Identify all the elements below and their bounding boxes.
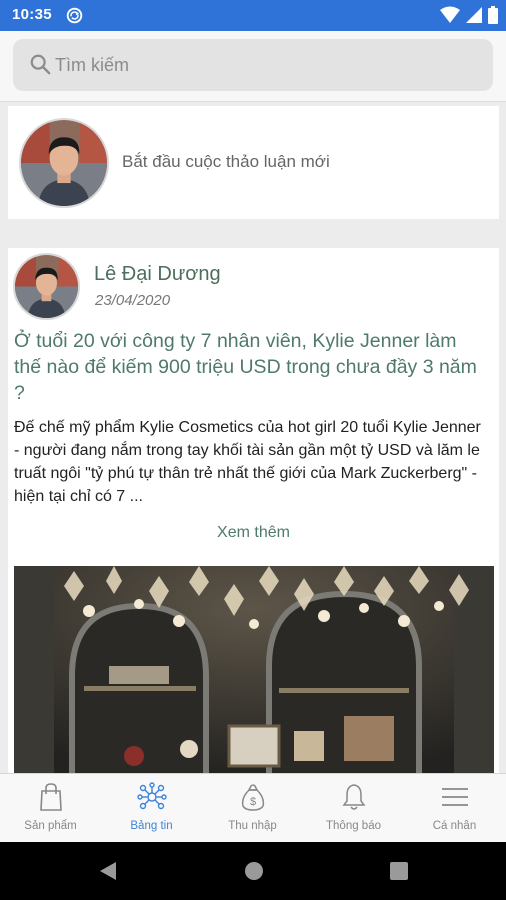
money-bag-icon: $ xyxy=(241,784,265,811)
status-time: 10:35 xyxy=(12,6,52,23)
status-icons xyxy=(440,6,498,24)
nav-label-notifications: Thông báo xyxy=(326,820,381,832)
author-name[interactable]: Lê Đại Dương xyxy=(94,263,221,286)
nav-item-income[interactable]: $ Thu nhập xyxy=(202,774,303,843)
wifi-icon xyxy=(440,6,460,23)
shopping-bag-icon xyxy=(40,783,62,811)
network-icon xyxy=(137,782,167,810)
home-icon[interactable] xyxy=(244,861,264,881)
nav-item-profile[interactable]: Cá nhân xyxy=(404,774,505,843)
avatar[interactable] xyxy=(19,118,109,208)
search-placeholder: Tìm kiếm xyxy=(55,55,129,75)
nav-label-income: Thu nhập xyxy=(228,820,277,832)
post-image[interactable] xyxy=(14,566,494,778)
post-excerpt: Đế chế mỹ phẩm Kylie Cosmetics của hot g… xyxy=(14,419,481,505)
nav-label-products: Sản phẩm xyxy=(24,820,77,832)
status-bar: 10:35 xyxy=(0,0,506,31)
signal-icon xyxy=(466,7,482,23)
nav-item-products[interactable]: Sản phẩm xyxy=(0,774,101,843)
nav-label-profile: Cá nhân xyxy=(432,820,477,832)
search-icon xyxy=(30,54,51,75)
nav-item-newsfeed[interactable]: Bảng tin xyxy=(101,774,202,843)
battery-icon xyxy=(488,6,498,24)
new-discussion-prompt: Bắt đầu cuộc thảo luận mới xyxy=(122,152,330,171)
search-input[interactable]: Tìm kiếm xyxy=(13,39,493,91)
see-more-link[interactable]: Xem thêm xyxy=(8,524,499,542)
sync-icon xyxy=(66,7,83,24)
system-nav-bar xyxy=(0,842,506,900)
recents-icon[interactable] xyxy=(390,862,408,880)
nav-label-newsfeed: Bảng tin xyxy=(130,820,173,832)
bell-icon xyxy=(342,784,366,810)
search-bar: Tìm kiếm xyxy=(0,31,506,102)
post-date: 23/04/2020 xyxy=(95,292,171,309)
author-avatar[interactable] xyxy=(13,253,80,320)
svg-text:$: $ xyxy=(250,796,256,808)
back-icon[interactable] xyxy=(98,861,118,881)
bottom-nav: Sản phẩm Bảng tin $ Thu nhập Thông báo C… xyxy=(0,773,506,843)
nav-item-notifications[interactable]: Thông báo xyxy=(303,774,404,843)
post-title[interactable]: Ở tuổi 20 với công ty 7 nhân viên, Kylie… xyxy=(14,328,484,406)
menu-icon xyxy=(442,788,468,806)
new-discussion-card[interactable]: Bắt đầu cuộc thảo luận mới xyxy=(8,106,499,219)
post-card: Lê Đại Dương 23/04/2020 Ở tuổi 20 với cô… xyxy=(8,248,499,778)
